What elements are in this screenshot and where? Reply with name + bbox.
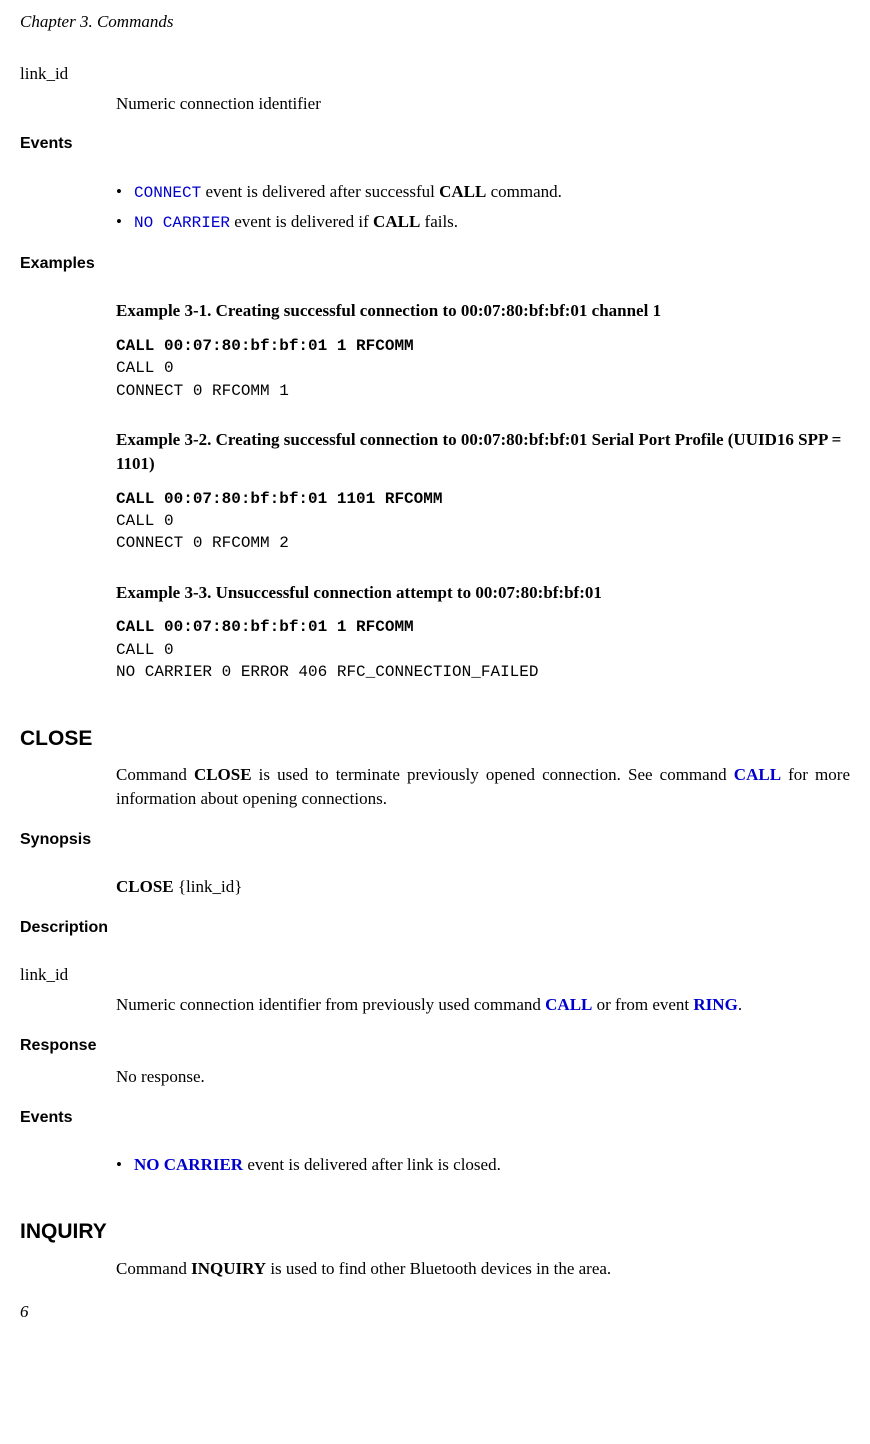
example-input: CALL 00:07:80:bf:bf:01 1 RFCOMM — [116, 616, 850, 638]
bullet-icon: • — [116, 180, 134, 204]
section-examples: Examples — [20, 253, 850, 275]
section-events-2: Events — [20, 1107, 850, 1129]
bullet-icon: • — [116, 1153, 134, 1177]
section-description: Description — [20, 917, 850, 939]
bullet-text: NO CARRIER event is delivered after link… — [134, 1153, 850, 1177]
list-item: • NO CARRIER event is delivered after li… — [116, 1153, 850, 1177]
example-input: CALL 00:07:80:bf:bf:01 1101 RFCOMM — [116, 488, 850, 510]
example-output: CONNECT 0 RFCOMM 2 — [116, 532, 850, 554]
example-2: Example 3-2. Creating successful connect… — [116, 428, 850, 555]
example-output: CALL 0 — [116, 510, 850, 532]
nocarrier-link[interactable]: NO CARRIER — [134, 214, 230, 232]
call-link-2[interactable]: CALL — [545, 995, 592, 1014]
nocarrier-link-2[interactable]: NO CARRIER — [134, 1155, 243, 1174]
bullet-text: CONNECT event is delivered after success… — [134, 180, 850, 204]
chapter-header: Chapter 3. Commands — [20, 10, 850, 34]
term-link-id: link_id — [20, 62, 850, 86]
example-title: Example 3-2. Creating successful connect… — [116, 428, 850, 476]
example-1: Example 3-1. Creating successful connect… — [116, 299, 850, 402]
connect-link[interactable]: CONNECT — [134, 184, 201, 202]
example-output: CALL 0 — [116, 639, 850, 661]
example-title: Example 3-3. Unsuccessful connection att… — [116, 581, 850, 605]
close-body: Command CLOSE is used to terminate previ… — [116, 763, 850, 811]
example-output: CONNECT 0 RFCOMM 1 — [116, 380, 850, 402]
call-link[interactable]: CALL — [734, 765, 781, 784]
example-3: Example 3-3. Unsuccessful connection att… — [116, 581, 850, 684]
bullet-text: NO CARRIER event is delivered if CALL fa… — [134, 210, 850, 234]
section-response: Response — [20, 1035, 850, 1057]
list-item: • CONNECT event is delivered after succe… — [116, 180, 850, 204]
close-synopsis: CLOSE {link_id} — [116, 875, 850, 899]
section-synopsis: Synopsis — [20, 829, 850, 851]
example-output: CALL 0 — [116, 357, 850, 379]
events-list-2: • NO CARRIER event is delivered after li… — [116, 1153, 850, 1177]
section-events: Events — [20, 133, 850, 155]
heading-close: CLOSE — [20, 724, 850, 753]
inquiry-body: Command INQUIRY is used to find other Bl… — [116, 1257, 850, 1281]
example-input: CALL 00:07:80:bf:bf:01 1 RFCOMM — [116, 335, 850, 357]
bullet-icon: • — [116, 210, 134, 234]
response-body: No response. — [116, 1065, 850, 1089]
heading-inquiry: INQUIRY — [20, 1217, 850, 1246]
example-title: Example 3-1. Creating successful connect… — [116, 299, 850, 323]
list-item: • NO CARRIER event is delivered if CALL … — [116, 210, 850, 234]
example-output: NO CARRIER 0 ERROR 406 RFC_CONNECTION_FA… — [116, 661, 850, 683]
term-link-id-def: Numeric connection identifier — [116, 92, 850, 116]
ring-link[interactable]: RING — [693, 995, 737, 1014]
term-link-id-2: link_id — [20, 963, 850, 987]
page-number: 6 — [20, 1300, 850, 1324]
term-link-id-2-def: Numeric connection identifier from previ… — [116, 993, 850, 1017]
events-list: • CONNECT event is delivered after succe… — [116, 180, 850, 235]
